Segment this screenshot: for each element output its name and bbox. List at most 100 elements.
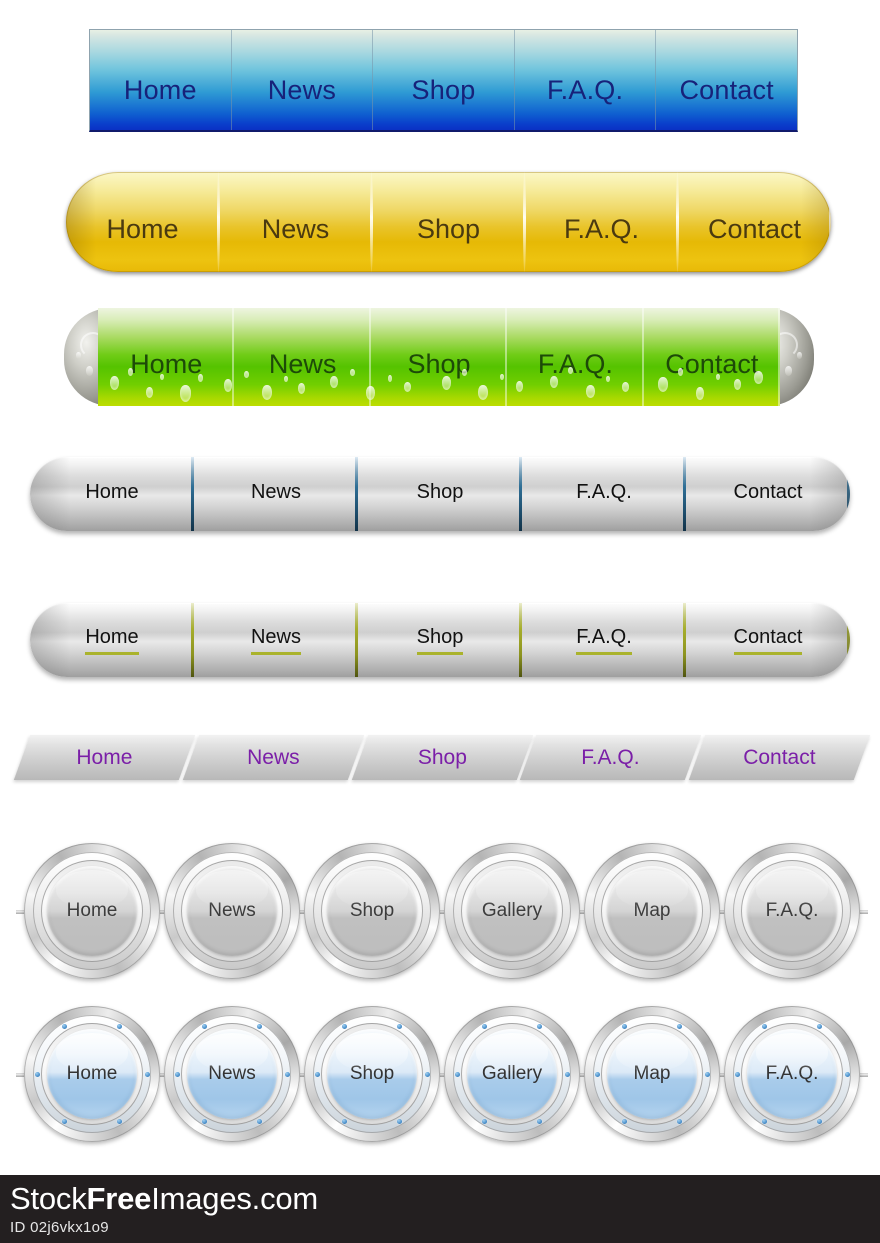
circle-button-label: Shop: [327, 1029, 417, 1119]
watermark-footer: StockFreeImages.com ID 02j6vkx1o9: [0, 1175, 880, 1243]
nav-item-home[interactable]: Home: [30, 603, 194, 677]
nav-item-label: F.A.Q.: [576, 626, 632, 655]
nav-item-faq[interactable]: F.A.Q.: [515, 30, 657, 130]
nav-item-label: Contact: [743, 745, 816, 769]
nav-item-shop[interactable]: Shop: [358, 603, 522, 677]
navbar-silver-pill-blue: Home News Shop F.A.Q. Contact: [30, 457, 850, 531]
nav-item-news[interactable]: News: [194, 603, 358, 677]
nav-item-label: Contact: [665, 348, 759, 379]
nav-item-shop[interactable]: Shop: [371, 308, 508, 406]
navbar-green-cylinder: Home News Shop F.A.Q. Contact: [64, 308, 814, 406]
nav-item-label: Shop: [407, 348, 471, 379]
nav-item-faq[interactable]: F.A.Q.: [507, 308, 645, 406]
nav-item-label: F.A.Q.: [546, 74, 624, 105]
circle-button-map[interactable]: Map: [576, 1006, 728, 1142]
droplet-icon: [76, 352, 81, 359]
circle-button-map[interactable]: Map: [576, 843, 728, 979]
nav-item-label: Home: [85, 481, 139, 503]
nav-item-label: F.A.Q.: [581, 745, 640, 769]
circle-button-faq[interactable]: F.A.Q.: [716, 1006, 868, 1142]
circle-button-gallery[interactable]: Gallery: [436, 1006, 588, 1142]
image-id-label: ID 02j6vkx1o9: [10, 1219, 109, 1236]
nav-item-news[interactable]: News: [234, 308, 372, 406]
nav-item-home[interactable]: Home: [30, 457, 194, 531]
circle-button-label: News: [187, 866, 277, 956]
nav-item-contact[interactable]: Contact: [688, 735, 871, 780]
circle-button-label: Home: [47, 866, 137, 956]
nav-item-label: Shop: [416, 213, 481, 244]
nav-item-home[interactable]: Home: [66, 172, 220, 272]
circle-button-label: Map: [607, 866, 697, 956]
nav-item-home[interactable]: Home: [13, 735, 195, 780]
nav-item-label: Shop: [416, 626, 464, 655]
circle-button-label: Shop: [327, 866, 417, 956]
nav-item-label: News: [246, 745, 300, 769]
nav-item-label: Shop: [411, 74, 476, 105]
circle-button-home[interactable]: Home: [16, 843, 168, 979]
nav-item-label: Home: [76, 745, 133, 769]
nav-item-label: Contact: [733, 626, 803, 655]
nav-item-news[interactable]: News: [182, 735, 364, 780]
droplet-icon: [86, 366, 93, 376]
nav-item-label: Home: [106, 213, 179, 244]
nav-item-label: Shop: [417, 745, 467, 769]
nav-item-label: F.A.Q.: [576, 481, 632, 503]
navbar-blue-rectangular: Home News Shop F.A.Q. Contact: [89, 29, 798, 132]
nav-item-faq[interactable]: F.A.Q.: [522, 457, 686, 531]
droplet-icon: [785, 366, 792, 376]
nav-item-contact[interactable]: Contact: [656, 30, 797, 130]
nav-item-faq[interactable]: F.A.Q.: [520, 735, 702, 780]
nav-item-contact[interactable]: Contact: [678, 172, 831, 272]
nav-item-label: News: [268, 348, 337, 379]
nav-item-shop[interactable]: Shop: [373, 30, 515, 130]
nav-item-label: F.A.Q.: [537, 348, 613, 379]
nav-item-shop[interactable]: Shop: [351, 735, 533, 780]
nav-item-label: Home: [85, 626, 139, 655]
nav-item-home[interactable]: Home: [98, 308, 235, 406]
circle-button-news[interactable]: News: [156, 1006, 308, 1142]
navbar-silver-pill-olive: Home News Shop F.A.Q. Contact: [30, 603, 850, 677]
nav-item-contact[interactable]: Contact: [686, 457, 850, 531]
nav-item-news[interactable]: News: [232, 30, 374, 130]
nav-item-home[interactable]: Home: [90, 30, 232, 130]
circle-button-home[interactable]: Home: [16, 1006, 168, 1142]
button-row-silver-circles: Home News Shop Gallery Map F.A.Q.: [16, 843, 868, 979]
brand-prefix: Stock: [10, 1181, 87, 1216]
nav-item-contact[interactable]: Contact: [644, 308, 780, 406]
circle-button-faq[interactable]: F.A.Q.: [716, 843, 868, 979]
circle-button-label: News: [187, 1029, 277, 1119]
circle-button-label: Gallery: [467, 1029, 557, 1119]
brand-bold: Free: [86, 1181, 152, 1216]
nav-item-label: Contact: [679, 74, 774, 105]
brand-suffix: Images.com: [151, 1181, 319, 1216]
nav-item-news[interactable]: News: [219, 172, 373, 272]
circle-button-label: Gallery: [467, 866, 557, 956]
nav-item-label: News: [261, 213, 330, 244]
nav-item-contact[interactable]: Contact: [686, 603, 850, 677]
nav-item-label: Contact: [733, 481, 803, 503]
green-tube-body: Home News Shop F.A.Q. Contact: [98, 308, 780, 406]
navbar-gold-cylinder: Home News Shop F.A.Q. Contact: [66, 172, 831, 272]
circle-button-label: Map: [607, 1029, 697, 1119]
nav-item-news[interactable]: News: [194, 457, 358, 531]
circle-button-gallery[interactable]: Gallery: [436, 843, 588, 979]
nav-item-label: Home: [123, 74, 197, 105]
brand-wordmark: StockFreeImages.com: [10, 1181, 318, 1217]
nav-item-label: Contact: [707, 213, 802, 244]
nav-item-shop[interactable]: Shop: [372, 172, 526, 272]
nav-item-label: Shop: [416, 481, 464, 503]
circle-button-news[interactable]: News: [156, 843, 308, 979]
circle-button-shop[interactable]: Shop: [296, 843, 448, 979]
nav-item-label: Home: [130, 348, 203, 379]
circle-button-label: Home: [47, 1029, 137, 1119]
nav-item-label: F.A.Q.: [563, 213, 639, 244]
nav-item-faq[interactable]: F.A.Q.: [522, 603, 686, 677]
nav-item-shop[interactable]: Shop: [358, 457, 522, 531]
nav-item-faq[interactable]: F.A.Q.: [525, 172, 679, 272]
button-row-blue-circles: Home News Shop Gallery Map F.A.Q.: [16, 1006, 868, 1142]
nav-item-label: News: [250, 626, 301, 655]
nav-item-label: News: [250, 481, 301, 503]
screenshot-canvas: Home News Shop F.A.Q. Contact Home News …: [0, 0, 880, 1243]
circle-button-label: F.A.Q.: [747, 1029, 837, 1119]
circle-button-shop[interactable]: Shop: [296, 1006, 448, 1142]
